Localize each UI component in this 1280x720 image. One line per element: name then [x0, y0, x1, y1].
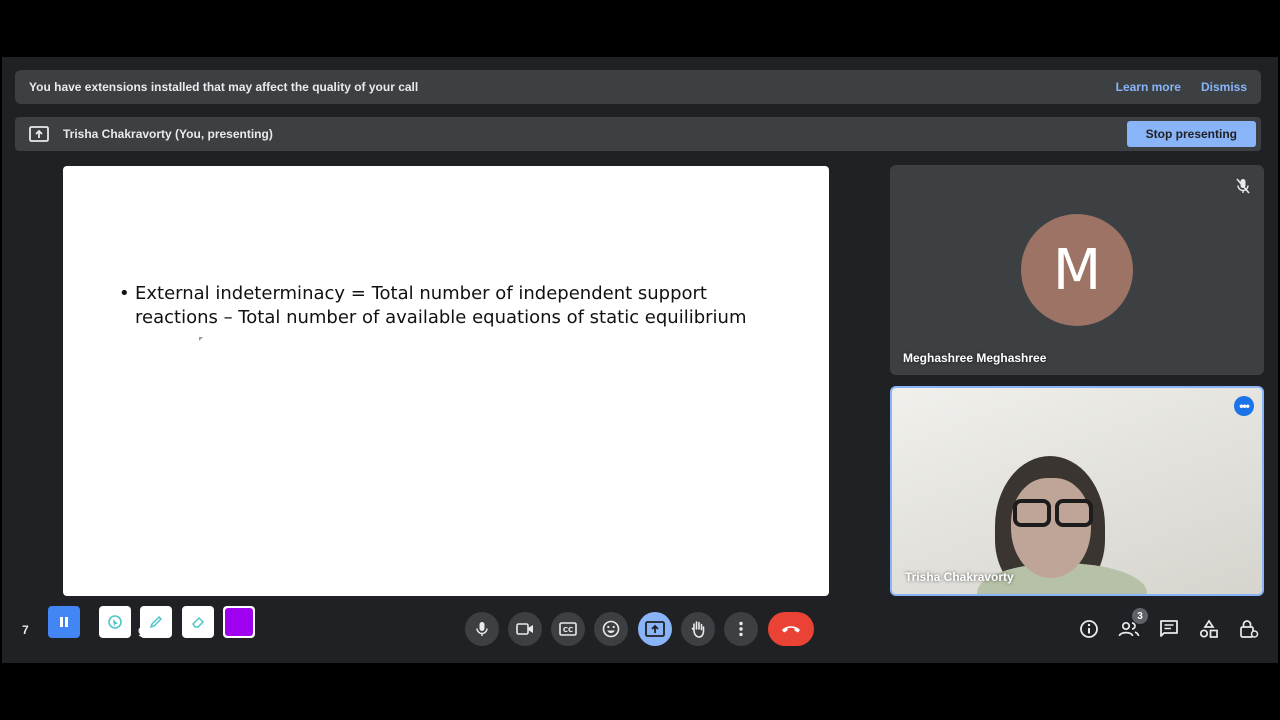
- participant-name: Meghashree Meghashree: [903, 351, 1047, 365]
- pause-button[interactable]: [48, 606, 80, 638]
- participants-count-badge: 3: [1132, 608, 1148, 624]
- eraser-icon[interactable]: [182, 606, 214, 638]
- slide-bullet-text: External indeterminacy = Total number of…: [135, 283, 747, 328]
- present-screen-icon: [29, 124, 49, 144]
- presenter-name: Trisha Chakravorty (You, presenting): [63, 127, 273, 141]
- banner-message: You have extensions installed that may a…: [29, 80, 419, 94]
- video-feed: [892, 388, 1262, 594]
- activities-icon[interactable]: [1196, 616, 1222, 642]
- avatar: M: [1021, 214, 1133, 326]
- slide-bullet: • External indeterminacy = Total number …: [119, 282, 769, 330]
- mouse-cursor-icon: [199, 337, 203, 341]
- participant-tile-self[interactable]: ••• Trisha Chakravorty: [890, 386, 1264, 596]
- learn-more-link[interactable]: Learn more: [1116, 80, 1181, 94]
- more-options-icon[interactable]: •••: [1234, 396, 1254, 416]
- person-glasses: [1013, 499, 1097, 529]
- people-icon[interactable]: 3: [1116, 608, 1148, 642]
- pen-color-swatch[interactable]: [223, 606, 255, 638]
- meeting-info-text: 7: [22, 623, 29, 637]
- stop-presenting-button[interactable]: Stop presenting: [1126, 121, 1256, 147]
- camera-button[interactable]: [508, 612, 542, 646]
- bullet-dot-icon: •: [119, 283, 130, 304]
- more-options-button[interactable]: [724, 612, 758, 646]
- presenting-bar: Trisha Chakravorty (You, presenting) Sto…: [15, 117, 1261, 151]
- dismiss-button[interactable]: Dismiss: [1201, 80, 1247, 94]
- emoji-reaction-button[interactable]: [594, 612, 628, 646]
- present-now-button[interactable]: [638, 612, 672, 646]
- chat-icon[interactable]: [1156, 616, 1182, 642]
- meeting-details-icon[interactable]: [1076, 616, 1102, 642]
- host-controls-icon[interactable]: [1236, 616, 1262, 642]
- participant-tile-meghashree[interactable]: M Meghashree Meghashree: [890, 165, 1264, 375]
- extension-warning-banner: You have extensions installed that may a…: [15, 70, 1261, 104]
- leave-call-button[interactable]: [768, 612, 814, 646]
- svg-text:CC: CC: [563, 626, 573, 634]
- pen-icon[interactable]: [140, 606, 172, 638]
- microphone-button[interactable]: [465, 612, 499, 646]
- laser-pointer-icon[interactable]: [99, 606, 131, 638]
- shared-slide: • External indeterminacy = Total number …: [63, 166, 829, 596]
- raise-hand-button[interactable]: [681, 612, 715, 646]
- captions-button[interactable]: CC: [551, 612, 585, 646]
- participant-name: Trisha Chakravorty: [905, 570, 1014, 584]
- meet-window: You have extensions installed that may a…: [2, 57, 1278, 663]
- mic-off-icon: [1234, 177, 1252, 195]
